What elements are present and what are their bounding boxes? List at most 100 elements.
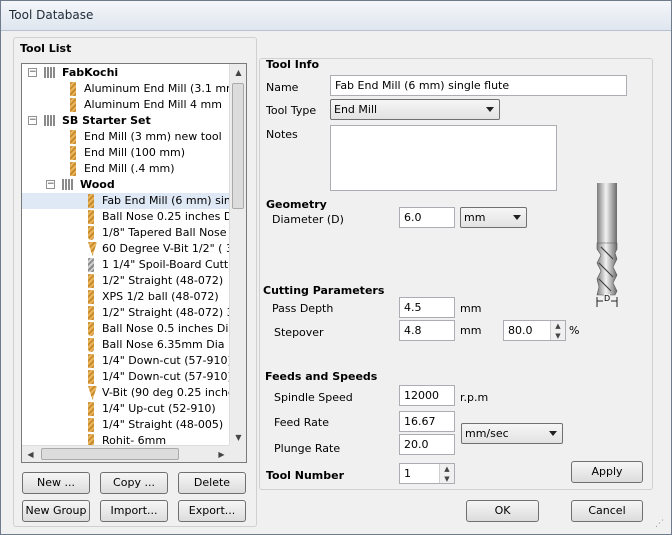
tree-tool-row[interactable]: End Mill (.4 mm) [22, 161, 230, 177]
tree-tool-row[interactable]: 1/4" Up-cut (52-910) [22, 401, 230, 417]
tree-tool-row[interactable]: Fab End Mill (6 mm) single [22, 193, 246, 209]
tree-tool-row[interactable]: End Mill (3 mm) new tool [22, 129, 230, 145]
tree-horizontal-scroll-thumb[interactable] [41, 448, 179, 460]
ball-nose-tool-icon [88, 322, 94, 336]
tree-tool-label: End Mill (100 mm) [84, 146, 186, 159]
spin-down-icon[interactable]: ▼ [440, 474, 454, 483]
diameter-input[interactable]: 6.0 [399, 207, 455, 228]
import-button[interactable]: Import... [100, 500, 168, 522]
tool-number-spinner[interactable]: ▲ ▼ [439, 464, 454, 483]
rate-units-value: mm/sec [465, 427, 509, 440]
tree-group-row[interactable]: − FabKochi [22, 65, 230, 81]
tree-tool-row[interactable]: V-Bit (90 deg 0.25 inches) [22, 385, 245, 401]
stepover-percent-spinner[interactable]: ▲ ▼ [550, 321, 565, 340]
export-button[interactable]: Export... [178, 500, 246, 522]
tree-tool-row[interactable]: Ball Nose 0.5 inches Dia [22, 321, 235, 337]
collapse-toggle-icon[interactable]: − [28, 116, 37, 125]
geometry-heading: Geometry [266, 198, 327, 211]
scroll-right-arrow-icon[interactable]: ▶ [213, 446, 230, 462]
feeds-and-speeds-heading: Feeds and Speeds [265, 370, 378, 383]
cancel-button[interactable]: Cancel [571, 500, 643, 522]
tree-group-label: SB Starter Set [62, 114, 151, 127]
collapse-toggle-icon[interactable]: − [46, 180, 55, 189]
tree-tool-row[interactable]: XPS 1/2 ball (48-072) [22, 289, 230, 305]
apply-button[interactable]: Apply [571, 461, 643, 483]
spindle-speed-label: Spindle Speed [274, 391, 353, 404]
tree-tool-label: Ball Nose 0.5 inches Dia [102, 322, 236, 335]
scroll-down-arrow-icon[interactable]: ▼ [230, 429, 246, 446]
tree-horizontal-scrollbar[interactable]: ◀ ▶ [22, 445, 230, 462]
tool-list-heading: Tool List [20, 42, 72, 55]
plunge-rate-input[interactable]: 20.0 [399, 434, 455, 455]
end-mill-tool-icon [88, 290, 94, 304]
tree-tool-label: Ball Nose 6.35mm Dia [102, 338, 225, 351]
tool-type-select[interactable]: End Mill [330, 99, 500, 120]
tree-group-row[interactable]: − Wood [22, 177, 230, 193]
tree-tool-row[interactable]: 1/4" Down-cut (57-910) [22, 353, 232, 369]
tree-tool-row[interactable]: 1/4" Down-cut (57-910)_c [22, 369, 243, 385]
name-input[interactable]: Fab End Mill (6 mm) single flute [330, 75, 627, 96]
name-label: Name [266, 81, 299, 94]
spin-up-icon[interactable]: ▲ [551, 321, 565, 331]
collapse-toggle-icon[interactable]: − [28, 68, 37, 77]
new-group-button[interactable]: New Group [22, 500, 90, 522]
end-mill-tool-icon [88, 210, 94, 224]
scroll-left-arrow-icon[interactable]: ◀ [22, 446, 39, 462]
tree-vertical-scrollbar[interactable]: ▲ ▼ [229, 64, 246, 446]
tool-type-label: Tool Type [266, 104, 317, 117]
stepover-input[interactable]: 4.8 [399, 320, 455, 341]
stepover-percent-spinbox[interactable]: 80.0 ▲ ▼ [503, 320, 566, 341]
diameter-units-select[interactable]: mm [460, 207, 527, 228]
tree-tool-row[interactable]: 1/4" Straight (48-005) [22, 417, 230, 433]
end-mill-tool-icon [70, 162, 76, 176]
end-mill-tool-icon [88, 418, 94, 432]
tree-tool-row[interactable]: Aluminum End Mill 4 mm [22, 97, 230, 113]
tree-tool-label: 1/4" Down-cut (57-910) [102, 354, 232, 367]
tool-number-spinbox[interactable]: 1 ▲ ▼ [399, 463, 455, 484]
copy-tool-button[interactable]: Copy ... [100, 472, 168, 494]
delete-tool-button[interactable]: Delete [178, 472, 246, 494]
notes-textarea[interactable] [330, 125, 557, 191]
resize-grip-icon[interactable]: ⋰ [655, 518, 667, 530]
tool-tree[interactable]: − FabKochi Aluminum End Mill (3.1 mm) Alumi… [21, 63, 247, 463]
tree-tool-label: 1/2" Straight (48-072) [102, 274, 224, 287]
ok-button[interactable]: OK [466, 500, 539, 522]
end-mill-tool-icon [88, 370, 94, 384]
tree-group-row[interactable]: − SB Starter Set [22, 113, 230, 129]
tree-tool-row[interactable]: 1/8" Tapered Ball Nose ( 7 [22, 225, 245, 241]
spin-up-icon[interactable]: ▲ [440, 464, 454, 474]
tree-tool-row[interactable]: 1/2" Straight (48-072) [22, 273, 230, 289]
tool-group-icon [62, 179, 76, 190]
end-mill-tool-icon [88, 402, 94, 416]
tree-tool-row[interactable]: Aluminum End Mill (3.1 mm) [22, 81, 241, 97]
tree-tool-row[interactable]: 1/2" Straight (48-072) 3d [22, 305, 241, 321]
end-mill-tool-icon [88, 194, 94, 208]
scroll-up-arrow-icon[interactable]: ▲ [230, 64, 246, 81]
tool-number-value: 1 [404, 467, 411, 480]
tool-info-heading: Tool Info [266, 58, 320, 71]
tree-tool-row[interactable]: 1 1/4" Spoil-Board Cutter ( [22, 257, 246, 273]
chevron-down-icon [486, 107, 494, 112]
rate-units-select[interactable]: mm/sec [461, 423, 563, 444]
tree-tool-row[interactable]: Ball Nose 6.35mm Dia [22, 337, 230, 353]
tree-vertical-scroll-thumb[interactable] [232, 83, 244, 209]
tree-tool-row[interactable]: End Mill (100 mm) [22, 145, 230, 161]
scrollbar-corner [229, 445, 246, 462]
spin-down-icon[interactable]: ▼ [551, 331, 565, 340]
notes-label: Notes [266, 128, 298, 141]
tree-tool-label: End Mill (.4 mm) [84, 162, 175, 175]
tree-tool-row[interactable]: 60 Degree V-Bit 1/2" ( 37- [22, 241, 244, 257]
tree-tool-label: 1/4" Down-cut (57-910)_c [102, 370, 244, 383]
diameter-label: Diameter (D) [272, 213, 344, 226]
diameter-units-value: mm [464, 211, 486, 224]
tree-tool-label: Aluminum End Mill 4 mm [84, 98, 222, 111]
pass-depth-input[interactable]: 4.5 [399, 297, 455, 318]
ball-nose-tool-icon [88, 226, 94, 240]
end-mill-tool-icon [70, 130, 76, 144]
feed-rate-input[interactable]: 16.67 [399, 411, 455, 432]
new-tool-button[interactable]: New ... [22, 472, 90, 494]
end-mill-tool-icon [70, 146, 76, 160]
spindle-speed-input[interactable]: 12000 [399, 385, 455, 406]
tree-tool-label: 1/2" Straight (48-072) 3d [102, 306, 241, 319]
tree-tool-row[interactable]: Ball Nose 0.25 inches Dia [22, 209, 242, 225]
